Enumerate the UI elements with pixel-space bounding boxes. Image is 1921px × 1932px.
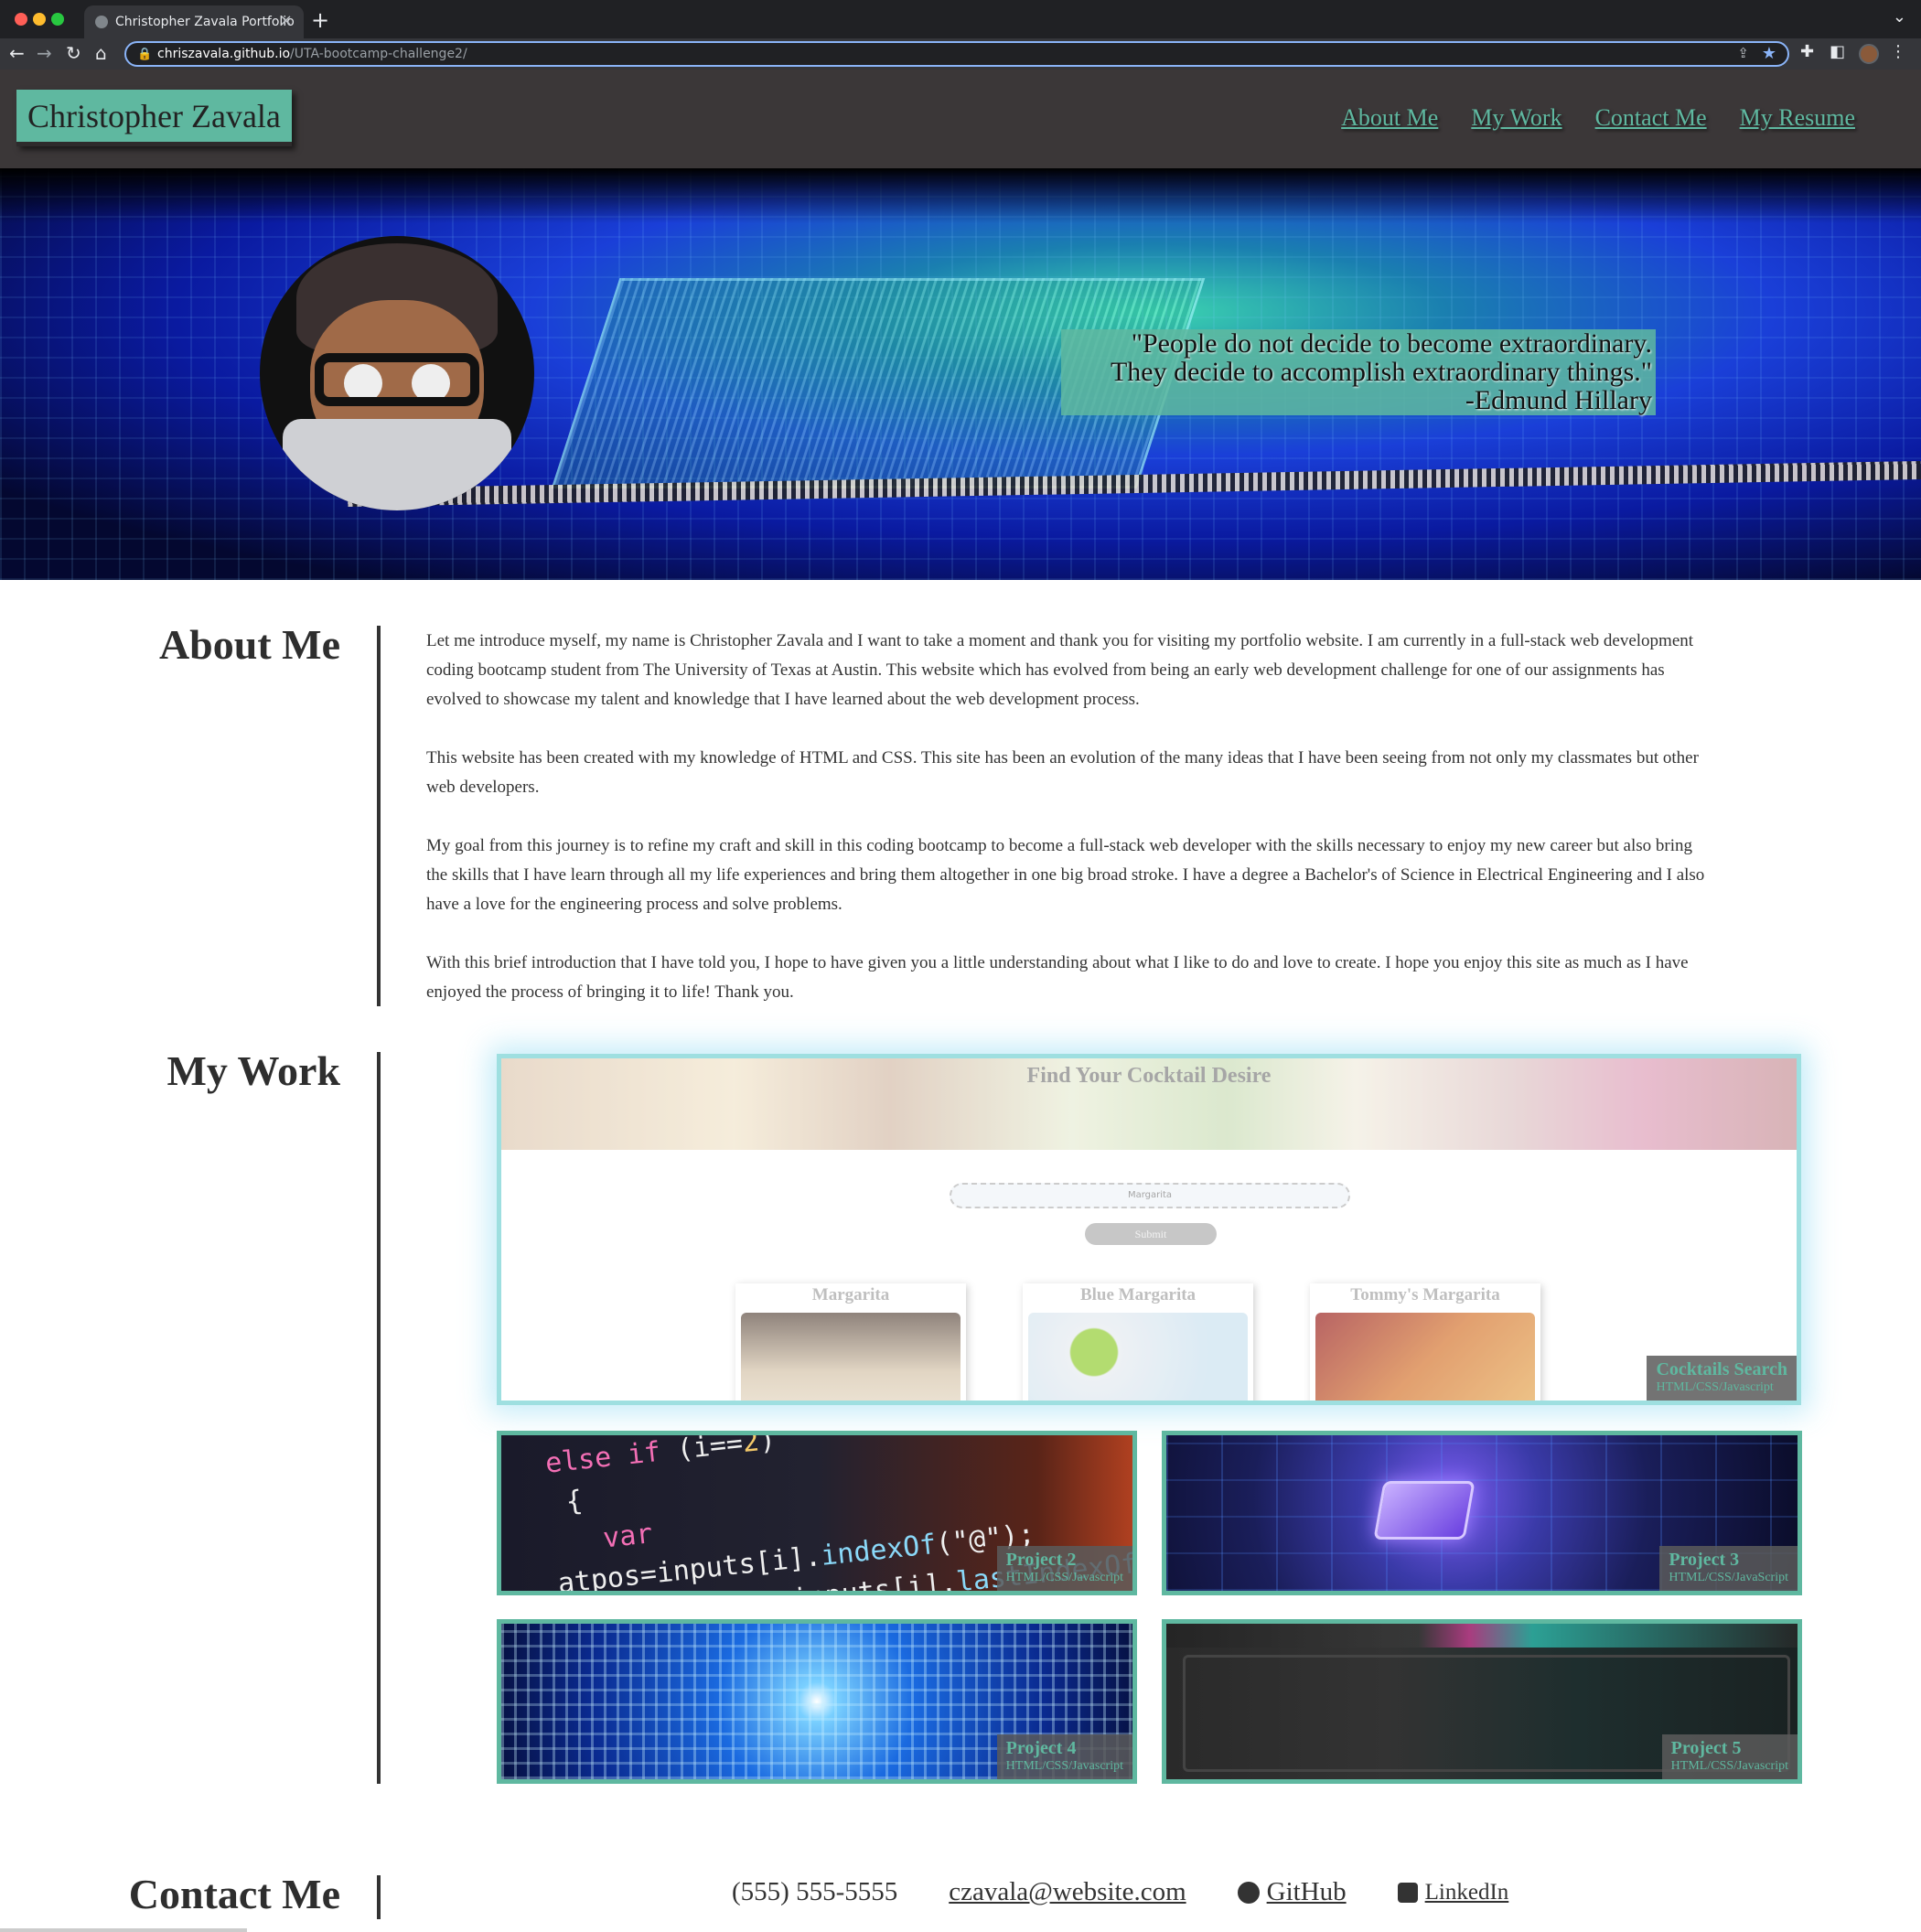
about-paragraph: Let me introduce myself, my name is Chri… <box>426 631 1694 709</box>
project-label: Project 4 HTML/CSS/Javascript <box>996 1734 1132 1779</box>
about-paragraph: My goal from this journey is to refine m… <box>426 836 1705 914</box>
about-text: Let me introduce myself, my name is Chri… <box>426 627 1716 1036</box>
browser-tab-strip: Christopher Zavala Portfolio × + ⌄ <box>0 0 1921 38</box>
contact-links: (555) 555-5555 czavala@website.com GitHu… <box>732 1877 1560 1907</box>
project-tech: HTML/CSS/Javascript <box>1005 1571 1123 1584</box>
tab-search-icon[interactable]: ⌄ <box>1893 7 1906 27</box>
about-paragraph: This website has been created with my kn… <box>426 748 1699 797</box>
reload-icon[interactable]: ↻ <box>66 42 81 64</box>
contact-email-link[interactable]: czavala@website.com <box>949 1877 1186 1907</box>
url-domain: chriszavala.github.io <box>157 47 291 61</box>
about-divider <box>377 626 381 1006</box>
project-label: Project 3 HTML/CSS/JavaScript <box>1659 1546 1798 1591</box>
extensions-icon[interactable]: ✚ <box>1800 42 1814 61</box>
quote-line-2: They decide to accomplish extraordinary … <box>1110 357 1652 387</box>
about-title: About Me <box>158 621 340 668</box>
project-5-card[interactable]: Project 5 HTML/CSS/Javascript <box>1162 1619 1802 1784</box>
processor-chip-image <box>1373 1481 1476 1540</box>
nav-my-resume[interactable]: My Resume <box>1740 104 1855 132</box>
minimize-window-icon[interactable] <box>33 13 46 26</box>
browser-tab[interactable]: Christopher Zavala Portfolio × <box>84 5 304 38</box>
work-divider <box>377 1052 381 1784</box>
project-name: Project 3 <box>1669 1550 1740 1570</box>
work-title: My Work <box>166 1047 340 1094</box>
project-label: Project 2 HTML/CSS/Javascript <box>996 1546 1132 1591</box>
home-icon[interactable]: ⌂ <box>95 42 107 64</box>
horizontal-scrollbar[interactable] <box>0 1928 247 1932</box>
github-icon <box>1237 1881 1260 1904</box>
nav-contact-me[interactable]: Contact Me <box>1595 104 1707 132</box>
maximize-window-icon[interactable] <box>51 13 64 26</box>
main-nav: About Me My Work Contact Me My Resume <box>1341 104 1855 132</box>
project-2-card[interactable]: else if (i==2) { var atpos=inputs[i].ind… <box>497 1431 1137 1595</box>
project-cocktails-card[interactable]: Find Your Cocktail Desire Margarita Subm… <box>497 1054 1801 1405</box>
bookmark-star-icon[interactable]: ★ <box>1762 44 1776 63</box>
forward-icon[interactable]: → <box>37 42 52 64</box>
project-label: Project 5 HTML/CSS/Javascript <box>1661 1734 1798 1779</box>
linkedin-icon <box>1397 1882 1418 1903</box>
close-tab-icon[interactable]: × <box>279 11 293 30</box>
contact-phone: (555) 555-5555 <box>732 1877 898 1906</box>
brand-logo[interactable]: Christopher Zavala <box>16 90 292 146</box>
project-name: Project 4 <box>1005 1738 1077 1758</box>
nav-my-work[interactable]: My Work <box>1471 104 1561 132</box>
side-panel-icon[interactable]: ◧ <box>1830 42 1845 61</box>
site-header: Christopher Zavala About Me My Work Cont… <box>0 70 1921 168</box>
contact-linkedin-link[interactable]: LinkedIn <box>1397 1879 1509 1905</box>
address-bar[interactable]: 🔒 chriszavala.github.io/UTA-bootcamp-cha… <box>124 41 1789 67</box>
browser-toolbar: ← → ↻ ⌂ 🔒 chriszavala.github.io/UTA-boot… <box>0 38 1921 70</box>
project-tech: HTML/CSS/Javascript <box>1670 1759 1788 1773</box>
project-name: Project 2 <box>1005 1550 1077 1570</box>
share-icon[interactable]: ⇪ <box>1737 45 1749 61</box>
close-window-icon[interactable] <box>15 13 27 26</box>
linkedin-label: LinkedIn <box>1424 1879 1509 1905</box>
about-paragraph: With this brief introduction that I have… <box>426 953 1689 1002</box>
hero-quote: "People do not decide to become extraord… <box>1061 329 1656 415</box>
project-3-card[interactable]: Project 3 HTML/CSS/JavaScript <box>1162 1431 1802 1595</box>
profile-photo <box>260 236 534 510</box>
url-path: /UTA-bootcamp-challenge2/ <box>290 47 467 61</box>
project-tech: HTML/CSS/Javascript <box>1005 1759 1123 1773</box>
contact-divider <box>377 1875 381 1919</box>
quote-author: -Edmund Hillary <box>1465 385 1652 415</box>
back-icon[interactable]: ← <box>9 42 25 64</box>
tab-title: Christopher Zavala Portfolio <box>115 15 295 29</box>
project-name: Cocktails Search <box>1656 1359 1787 1379</box>
contact-title: Contact Me <box>128 1871 340 1917</box>
chrome-menu-icon[interactable]: ⋮ <box>1890 42 1906 61</box>
project-label: Cocktails Search HTML/CSS/Javascript <box>1647 1356 1797 1401</box>
github-label: GitHub <box>1266 1877 1347 1906</box>
nav-about-me[interactable]: About Me <box>1341 104 1438 132</box>
project-name: Project 5 <box>1670 1738 1742 1758</box>
project-tech: HTML/CSS/Javascript <box>1656 1380 1774 1394</box>
profile-avatar-icon[interactable] <box>1859 44 1879 64</box>
quote-line-1: "People do not decide to become extraord… <box>1131 328 1652 359</box>
contact-github-link[interactable]: GitHub <box>1237 1877 1347 1907</box>
project-4-card[interactable]: Project 4 HTML/CSS/Javascript <box>497 1619 1137 1784</box>
new-tab-icon[interactable]: + <box>311 7 329 33</box>
project-tech: HTML/CSS/JavaScript <box>1669 1571 1788 1584</box>
favicon-icon <box>95 16 108 28</box>
lock-icon: 🔒 <box>137 48 153 61</box>
